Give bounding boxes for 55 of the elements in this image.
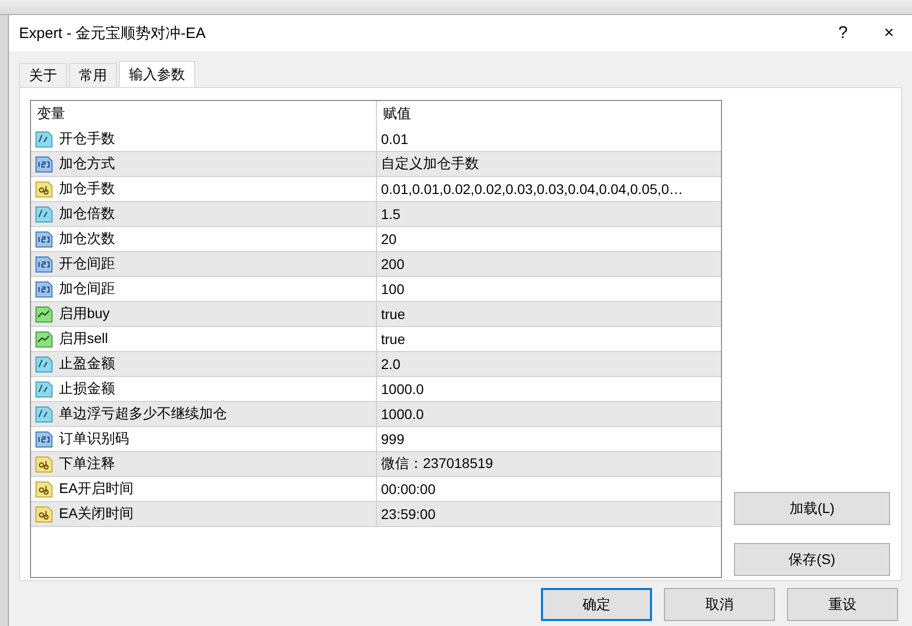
parameter-name: EA开启时间 bbox=[59, 480, 134, 498]
tab[interactable]: 输入参数 bbox=[119, 61, 195, 87]
parameter-name: 订单识别码 bbox=[59, 430, 129, 448]
parameter-value[interactable]: 微信：237018519 bbox=[381, 455, 494, 473]
parameter-name: 加仓方式 bbox=[59, 155, 115, 173]
parameter-value[interactable]: 自定义加仓手数 bbox=[381, 155, 479, 173]
parameter-name: 开仓间距 bbox=[59, 255, 115, 273]
parameter-name: 启用sell bbox=[59, 330, 108, 348]
parameter-name: 开仓手数 bbox=[59, 130, 115, 148]
window-title: Expert - 金元宝顺势对冲-EA bbox=[19, 24, 207, 42]
parameter-name: 加仓倍数 bbox=[59, 205, 115, 223]
number-icon bbox=[35, 255, 53, 273]
parameter-value[interactable]: 1.5 bbox=[381, 206, 400, 222]
parameter-value[interactable]: 0.01,0.01,0.02,0.02,0.03,0.03,0.04,0.04,0.05,0… bbox=[381, 181, 684, 197]
parameter-name: 加仓次数 bbox=[59, 230, 115, 248]
parameter-value[interactable]: 200 bbox=[381, 256, 404, 272]
parameter-value[interactable]: true bbox=[381, 306, 406, 322]
tab[interactable]: 关于 bbox=[19, 63, 67, 87]
parameter-name: 加仓间距 bbox=[59, 280, 115, 298]
help-button[interactable]: ? bbox=[820, 23, 866, 43]
fraction-icon bbox=[35, 380, 53, 398]
parameter-name: EA关闭时间 bbox=[59, 505, 134, 523]
parameter-value[interactable]: 20 bbox=[381, 231, 397, 247]
parameter-value[interactable]: 2.0 bbox=[381, 356, 400, 372]
fraction-icon bbox=[35, 130, 53, 148]
parameter-name: 止损金额 bbox=[59, 380, 115, 398]
parameter-value[interactable]: 23:59:00 bbox=[381, 506, 436, 522]
fraction-icon bbox=[35, 205, 53, 223]
fraction-icon bbox=[35, 405, 53, 423]
number-icon bbox=[35, 280, 53, 298]
side-button[interactable]: 保存(S) bbox=[734, 543, 890, 576]
tab[interactable]: 常用 bbox=[69, 63, 117, 87]
number-icon bbox=[35, 155, 53, 173]
column-header[interactable]: 变量 bbox=[37, 105, 65, 123]
parameter-value[interactable]: 999 bbox=[381, 431, 404, 447]
parameter-name: 单边浮亏超多少不继续加仓 bbox=[59, 405, 227, 423]
fraction-icon bbox=[35, 355, 53, 373]
parameter-value[interactable]: 0.01 bbox=[381, 131, 408, 147]
parameter-name: 止盈金额 bbox=[59, 355, 115, 373]
parameter-value[interactable]: 1000.0 bbox=[381, 406, 424, 422]
close-button[interactable]: × bbox=[866, 23, 912, 43]
dialog-button[interactable]: 取消 bbox=[664, 588, 775, 621]
dialog-button[interactable]: 重设 bbox=[787, 588, 898, 621]
parameter-value[interactable]: 1000.0 bbox=[381, 381, 424, 397]
column-header[interactable]: 赋值 bbox=[383, 105, 411, 123]
parameter-name: 加仓手数 bbox=[59, 180, 115, 198]
side-button[interactable]: 加载(L) bbox=[734, 492, 890, 525]
number-icon bbox=[35, 430, 53, 448]
parameter-name: 启用buy bbox=[59, 305, 110, 323]
parameter-value[interactable]: true bbox=[381, 331, 406, 347]
number-icon bbox=[35, 230, 53, 248]
parameter-value[interactable]: 00:00:00 bbox=[381, 481, 436, 497]
dialog-button[interactable]: 确定 bbox=[541, 588, 652, 621]
parameter-name: 下单注释 bbox=[59, 455, 115, 473]
parameter-value[interactable]: 100 bbox=[381, 281, 404, 297]
